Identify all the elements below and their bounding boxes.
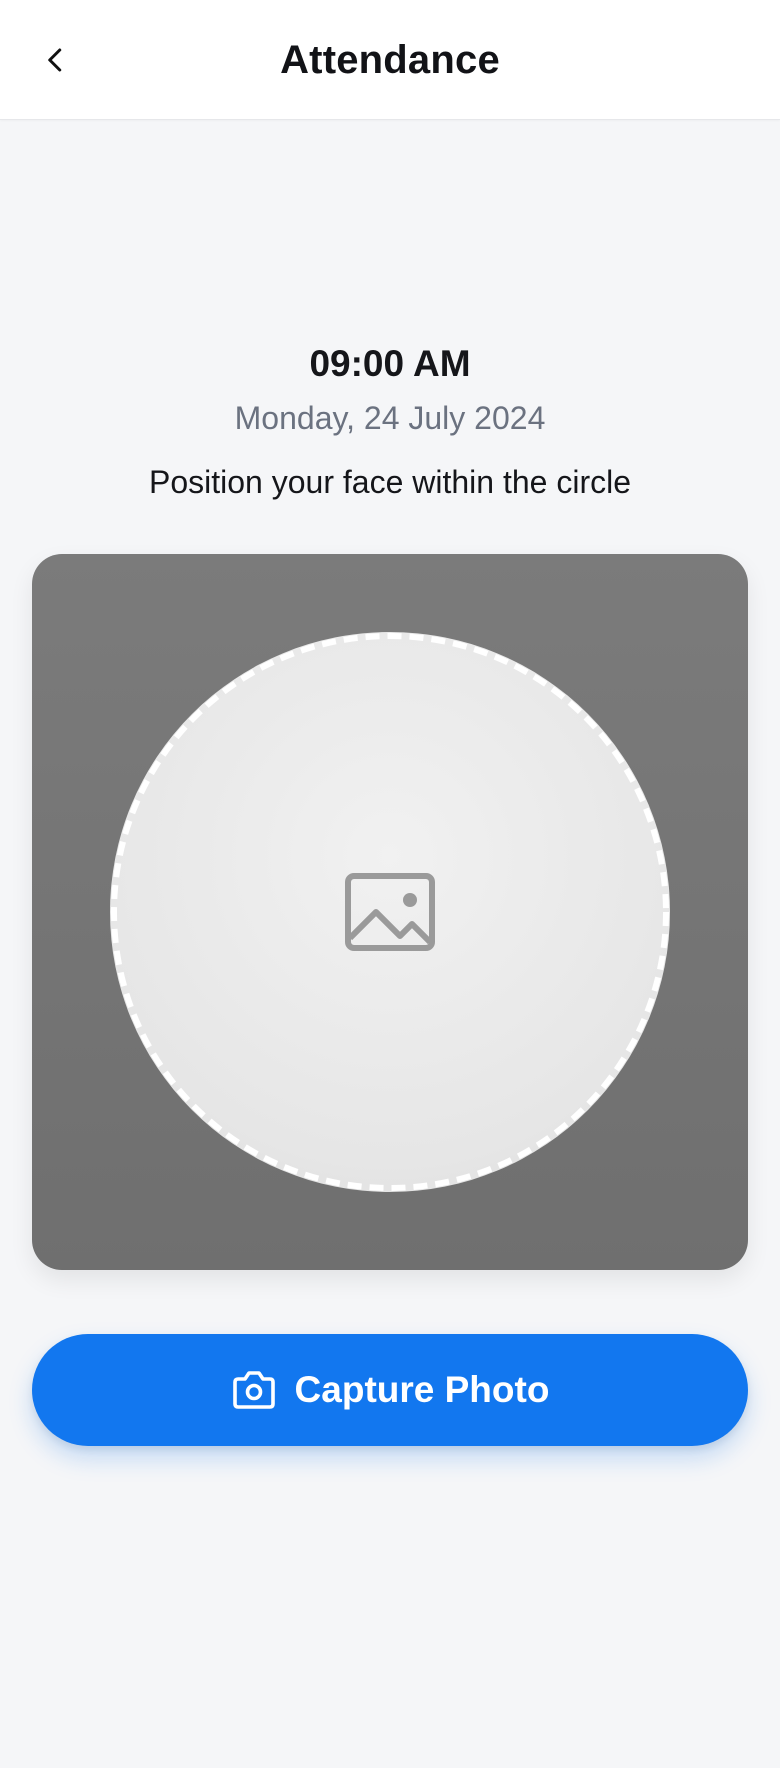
current-time: 09:00 AM — [309, 343, 471, 384]
current-date: Monday, 24 July 2024 — [234, 400, 546, 436]
capture-photo-label: Capture Photo — [294, 1369, 550, 1410]
instruction-text: Position your face within the circle — [149, 464, 631, 500]
app-header: Attendance — [0, 0, 780, 120]
page-title: Attendance — [280, 38, 500, 82]
image-placeholder-icon — [345, 873, 435, 951]
camera-icon — [231, 1370, 277, 1410]
capture-photo-button[interactable]: Capture Photo — [32, 1334, 748, 1446]
camera-preview — [32, 554, 748, 1270]
